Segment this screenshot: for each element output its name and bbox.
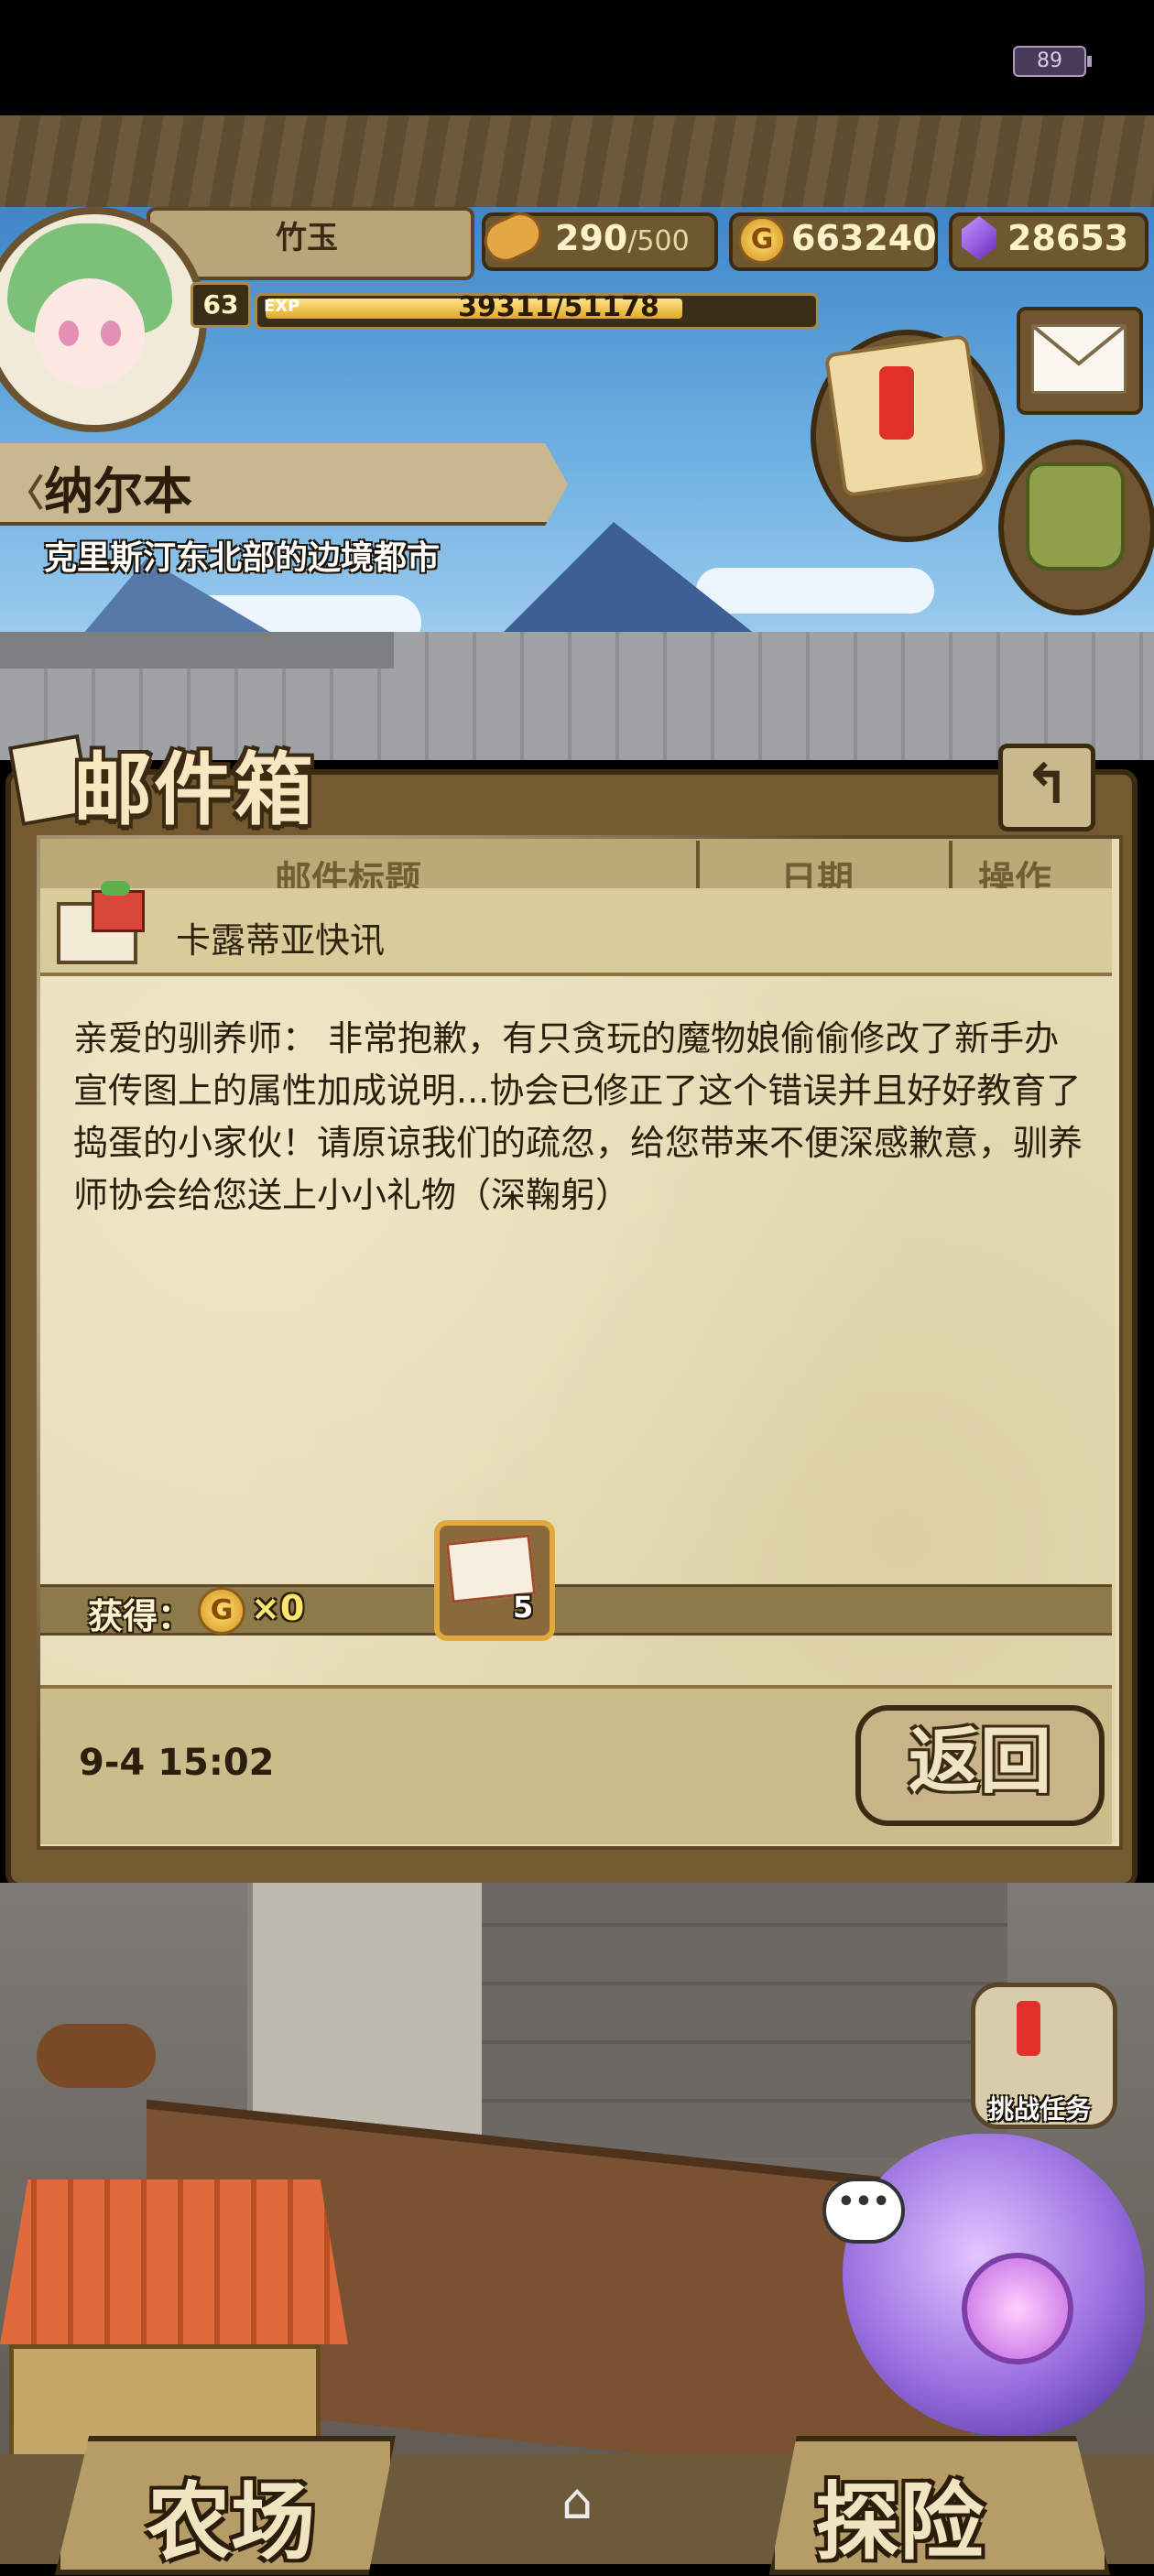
exp-text: 39311/51178 [458, 291, 659, 323]
barrel [37, 2024, 156, 2088]
mail-date: 9-4 15:02 [79, 1742, 275, 1784]
envelope-icon [1031, 324, 1127, 394]
mail-subject: 卡露蒂亚快讯 [176, 920, 386, 961]
back-arrow-button[interactable]: ↰ [998, 744, 1095, 831]
gold-reward-amount: ×0 [251, 1588, 305, 1628]
location-name: 纳尔本 [44, 462, 192, 520]
gift-bow-icon [101, 881, 130, 896]
location-description: 克里斯汀东北部的边境都市 [44, 539, 441, 577]
top-wood-band [0, 115, 1154, 207]
avatar-face [35, 278, 145, 388]
challenge-quest-label: 挑战任务 [987, 2094, 1091, 2125]
gem-value: 28653 [1007, 218, 1129, 258]
chat-bubble-icon[interactable]: ••• [822, 2178, 905, 2244]
gold-value: 663240 [791, 218, 937, 258]
mailbox-title: 邮件箱 [73, 745, 315, 836]
farm-tab-label: 农场 [147, 2473, 316, 2571]
alert-mark-icon [1017, 2001, 1040, 2056]
column-divider [696, 841, 700, 896]
bread-max: /500 [627, 225, 690, 257]
home-indicator-icon[interactable]: ⌂ [548, 2473, 606, 2530]
portal-icon [962, 2253, 1073, 2364]
avatar-eye [59, 321, 79, 346]
stone-wall [476, 1883, 1007, 2158]
explore-tab-label: 探险 [815, 2473, 985, 2571]
reward-label: 获得： [88, 1596, 193, 1636]
gold-coin-icon: G [738, 216, 786, 264]
gift-box-icon [92, 890, 145, 932]
return-button[interactable]: 返回 [855, 1705, 1105, 1826]
mail-body: 亲爱的驯养师： 非常抱歉，有只贪玩的魔物娘偷偷修改了新手办宣传图上的属性加成说明… [73, 1018, 1083, 1215]
status-bar [0, 0, 1154, 115]
exp-tag: EXP [264, 297, 300, 316]
alert-mark-icon [879, 366, 914, 440]
avatar-eye [101, 321, 121, 346]
bread-value: 290 [555, 218, 628, 258]
backpack-icon [1026, 462, 1125, 571]
column-divider [949, 841, 953, 896]
reward-item-count: 5 [513, 1590, 534, 1625]
bread-value-group: 290/500 [555, 218, 690, 258]
player-name: 竹玉 [276, 220, 338, 256]
farm-roof [0, 2179, 348, 2344]
battery-indicator: 89 [1013, 46, 1092, 77]
player-level: 63 [191, 282, 251, 328]
city-wall-tower [0, 632, 394, 668]
gold-coin-icon: G [198, 1587, 245, 1635]
chevron-left-icon: 〈 [7, 473, 44, 515]
